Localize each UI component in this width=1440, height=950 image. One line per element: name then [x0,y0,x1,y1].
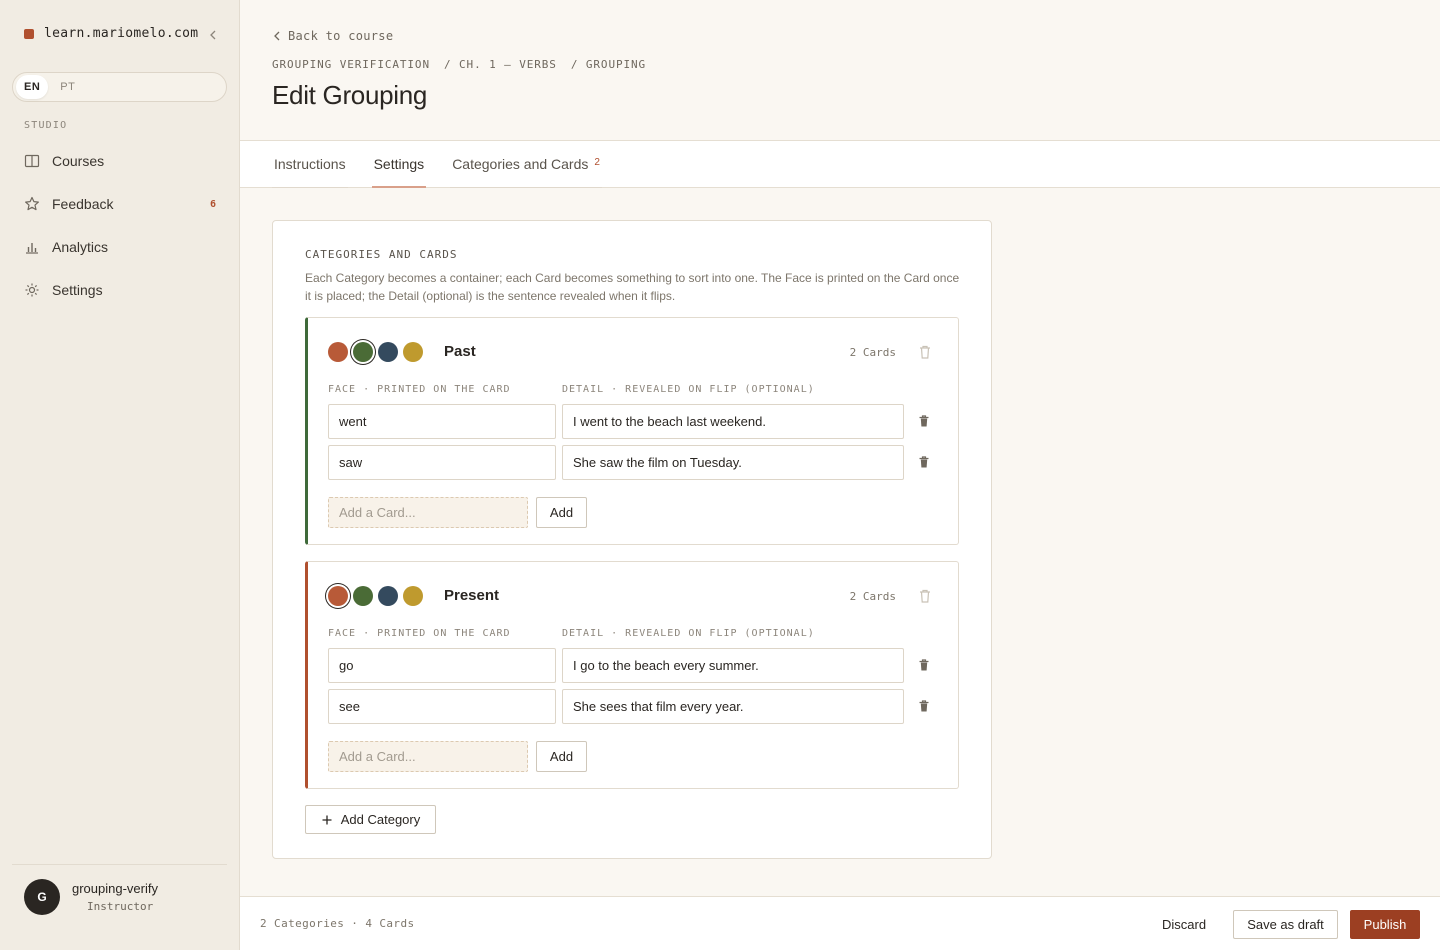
discard-button[interactable]: Discard [1150,910,1218,939]
lang-pt-button[interactable]: PT [52,75,83,99]
page-title: Edit Grouping [272,80,428,110]
card-face-input[interactable]: saw [328,445,556,480]
color-swatch-navy[interactable] [378,586,398,606]
panel-description: Each Category becomes a container; each … [305,271,960,303]
category-past: Past 2 Cards FACE · PRINTED ON THE CARD … [305,317,959,545]
collapse-sidebar-icon[interactable] [206,26,220,44]
tab-categories-and-cards[interactable]: Categories and Cards 2 [450,141,602,188]
user-name: grouping-verify [72,881,158,896]
card-face-input[interactable]: went [328,404,556,439]
detail-column-label: DETAIL · REVEALED ON FLIP (OPTIONAL) [562,384,815,395]
user-profile[interactable]: G grouping-verify Instructor [12,864,227,929]
color-swatch-rust[interactable] [328,586,348,606]
sidebar: learn.mariomelo.com EN PT STUDIO Courses… [0,0,240,950]
user-role: Instructor [87,900,154,913]
add-category-button[interactable]: Add Category [305,805,436,834]
categories-panel: CATEGORIES AND CARDS Each Category becom… [272,220,992,859]
card-detail-input[interactable]: She sees that film every year. [562,689,904,724]
category-card-count: 2 Cards [849,346,896,359]
book-icon [24,153,40,169]
add-card-button[interactable]: Add [536,497,587,528]
add-card-row: Add a Card... Add [328,741,587,772]
sidebar-item-settings[interactable]: Settings [12,273,228,307]
breadcrumb-current: / GROUPING [570,58,647,71]
sidebar-item-label: Settings [52,282,103,298]
tab-label: Instructions [274,156,346,172]
color-swatch-green[interactable] [353,586,373,606]
sidebar-item-courses[interactable]: Courses [12,144,228,178]
color-swatch-navy[interactable] [378,342,398,362]
delete-card-icon[interactable] [918,658,930,672]
tab-instructions[interactable]: Instructions [272,141,348,188]
detail-column-label: DETAIL · REVEALED ON FLIP (OPTIONAL) [562,628,815,639]
card-face-input[interactable]: see [328,689,556,724]
breadcrumb-course[interactable]: GROUPING VERIFICATION [272,58,430,71]
sidebar-item-label: Analytics [52,239,109,255]
sidebar-nav: Courses Feedback 6 Analytics Settings [12,144,228,316]
tab-label: Categories and Cards [452,156,589,172]
tab-count-badge: 2 [594,156,600,168]
add-card-button[interactable]: Add [536,741,587,772]
save-draft-button[interactable]: Save as draft [1233,910,1338,939]
bar-chart-icon [24,239,40,255]
tab-bar: Instructions Settings Categories and Car… [240,140,1440,188]
sidebar-item-label: Feedback [52,196,114,212]
publish-button[interactable]: Publish [1350,910,1420,939]
category-present: Present 2 Cards FACE · PRINTED ON THE CA… [305,561,959,789]
add-card-input[interactable]: Add a Card... [328,497,528,528]
face-column-label: FACE · PRINTED ON THE CARD [328,384,511,395]
section-label-studio: STUDIO [24,120,68,131]
color-picker [328,342,423,362]
card-face-input[interactable]: go [328,648,556,683]
tab-settings[interactable]: Settings [371,141,427,188]
star-icon [24,196,40,212]
add-category-label: Add Category [340,812,421,827]
brand-logo-icon [24,28,34,39]
chevron-left-icon [274,31,280,41]
avatar: G [24,879,60,915]
delete-card-icon[interactable] [918,455,930,469]
footer-stats: 2 Categories · 4 Cards [260,917,415,930]
color-swatch-mustard[interactable] [403,586,423,606]
brand-name: learn.mariomelo.com [44,26,199,41]
lang-en-button[interactable]: EN [16,75,49,99]
category-card-count: 2 Cards [849,590,896,603]
sidebar-item-feedback[interactable]: Feedback 6 [12,187,228,221]
card-detail-input[interactable]: She saw the film on Tuesday. [562,445,904,480]
delete-category-icon[interactable] [918,344,932,360]
feedback-count-badge: 6 [209,198,216,210]
add-card-input[interactable]: Add a Card... [328,741,528,772]
category-name[interactable]: Present [444,587,499,604]
category-name[interactable]: Past [444,343,476,360]
color-swatch-rust[interactable] [328,342,348,362]
breadcrumb: GROUPING VERIFICATION / CH. 1 — VERBS / … [272,58,646,71]
color-swatch-green[interactable] [353,342,373,362]
back-to-course-link[interactable]: Back to course [272,29,393,43]
color-picker [328,586,423,606]
delete-category-icon[interactable] [918,588,932,604]
add-card-row: Add a Card... Add [328,497,587,528]
breadcrumb-chapter[interactable]: / CH. 1 — VERBS [444,58,557,71]
language-switcher: EN PT [12,72,227,102]
color-swatch-mustard[interactable] [403,342,423,362]
plus-icon [322,815,332,824]
sidebar-item-label: Courses [52,153,105,169]
sidebar-item-analytics[interactable]: Analytics [12,230,228,264]
panel-heading: CATEGORIES AND CARDS [305,248,458,261]
main-content: Back to course GROUPING VERIFICATION / C… [240,0,1440,950]
card-detail-input[interactable]: I go to the beach every summer. [562,648,904,683]
footer-bar: 2 Categories · 4 Cards Discard Save as d… [240,896,1440,950]
gear-icon [24,282,40,298]
delete-card-icon[interactable] [918,699,930,713]
card-detail-input[interactable]: I went to the beach last weekend. [562,404,904,439]
tab-label: Settings [373,155,425,172]
back-label: Back to course [288,29,394,43]
face-column-label: FACE · PRINTED ON THE CARD [328,628,511,639]
brand[interactable]: learn.mariomelo.com [24,26,220,41]
delete-card-icon[interactable] [918,414,930,428]
